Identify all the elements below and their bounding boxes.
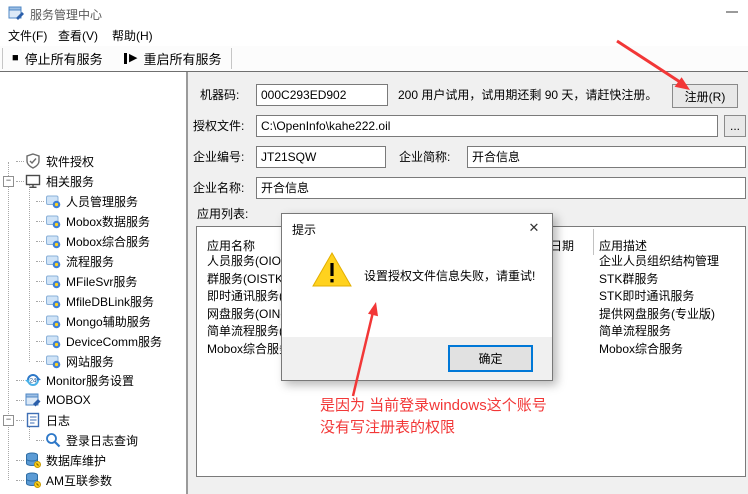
- dialog-message: 设置授权文件信息失败，请重试!: [364, 267, 535, 284]
- license-file-label: 授权文件:: [193, 115, 244, 137]
- app-desc-cell: 企业人员组织结构管理: [599, 252, 719, 269]
- warning-icon: [312, 252, 352, 288]
- company-short-label: 企业简称:: [399, 146, 450, 168]
- dialog-title: 提示: [292, 221, 316, 238]
- app-name-cell: 人员服务(OIOrg: [207, 252, 292, 269]
- company-name-label: 企业名称:: [193, 177, 244, 199]
- app-desc-cell: 提供网盘服务(专业版): [599, 305, 715, 322]
- trial-notice: 200 用户试用，试用期还剩 90 天，请赶快注册。: [398, 84, 657, 106]
- app-name-cell: 网盘服务(OINet: [207, 305, 290, 322]
- app-name-cell: Mobox综合服务: [207, 340, 291, 357]
- message-dialog: 提示 ✕ 设置授权文件信息失败，请重试! 确定: [281, 213, 553, 381]
- app-window: 服务管理中心 文件(F) 查看(V) 帮助(H) ■ 停止所有服务 ▶ 重启所有…: [0, 0, 748, 494]
- register-button[interactable]: 注册(R): [672, 84, 738, 108]
- app-desc-cell: STK即时通讯服务: [599, 287, 694, 304]
- app-desc-cell: 简单流程服务: [599, 322, 671, 339]
- app-list-label: 应用列表:: [197, 203, 248, 225]
- company-short-field[interactable]: 开合信息: [467, 146, 746, 168]
- ok-button[interactable]: 确定: [448, 345, 533, 372]
- app-desc-cell: STK群服务: [599, 270, 658, 287]
- app-name-cell: 简单流程服务(: [207, 322, 283, 339]
- license-file-field[interactable]: C:\OpenInfo\kahe222.oil: [256, 115, 718, 137]
- company-name-field[interactable]: 开合信息: [256, 177, 746, 199]
- dialog-footer: 确定: [282, 337, 552, 380]
- machine-code-label: 机器码:: [200, 84, 239, 106]
- app-name-cell: 即时通讯服务(: [207, 287, 283, 304]
- browse-button[interactable]: ...: [724, 115, 746, 137]
- close-icon[interactable]: ✕: [516, 214, 552, 242]
- company-code-label: 企业编号:: [193, 146, 244, 168]
- machine-code-field[interactable]: 000C293ED902: [256, 84, 388, 106]
- app-desc-cell: Mobox综合服务: [599, 340, 683, 357]
- company-code-field[interactable]: JT21SQW: [256, 146, 386, 168]
